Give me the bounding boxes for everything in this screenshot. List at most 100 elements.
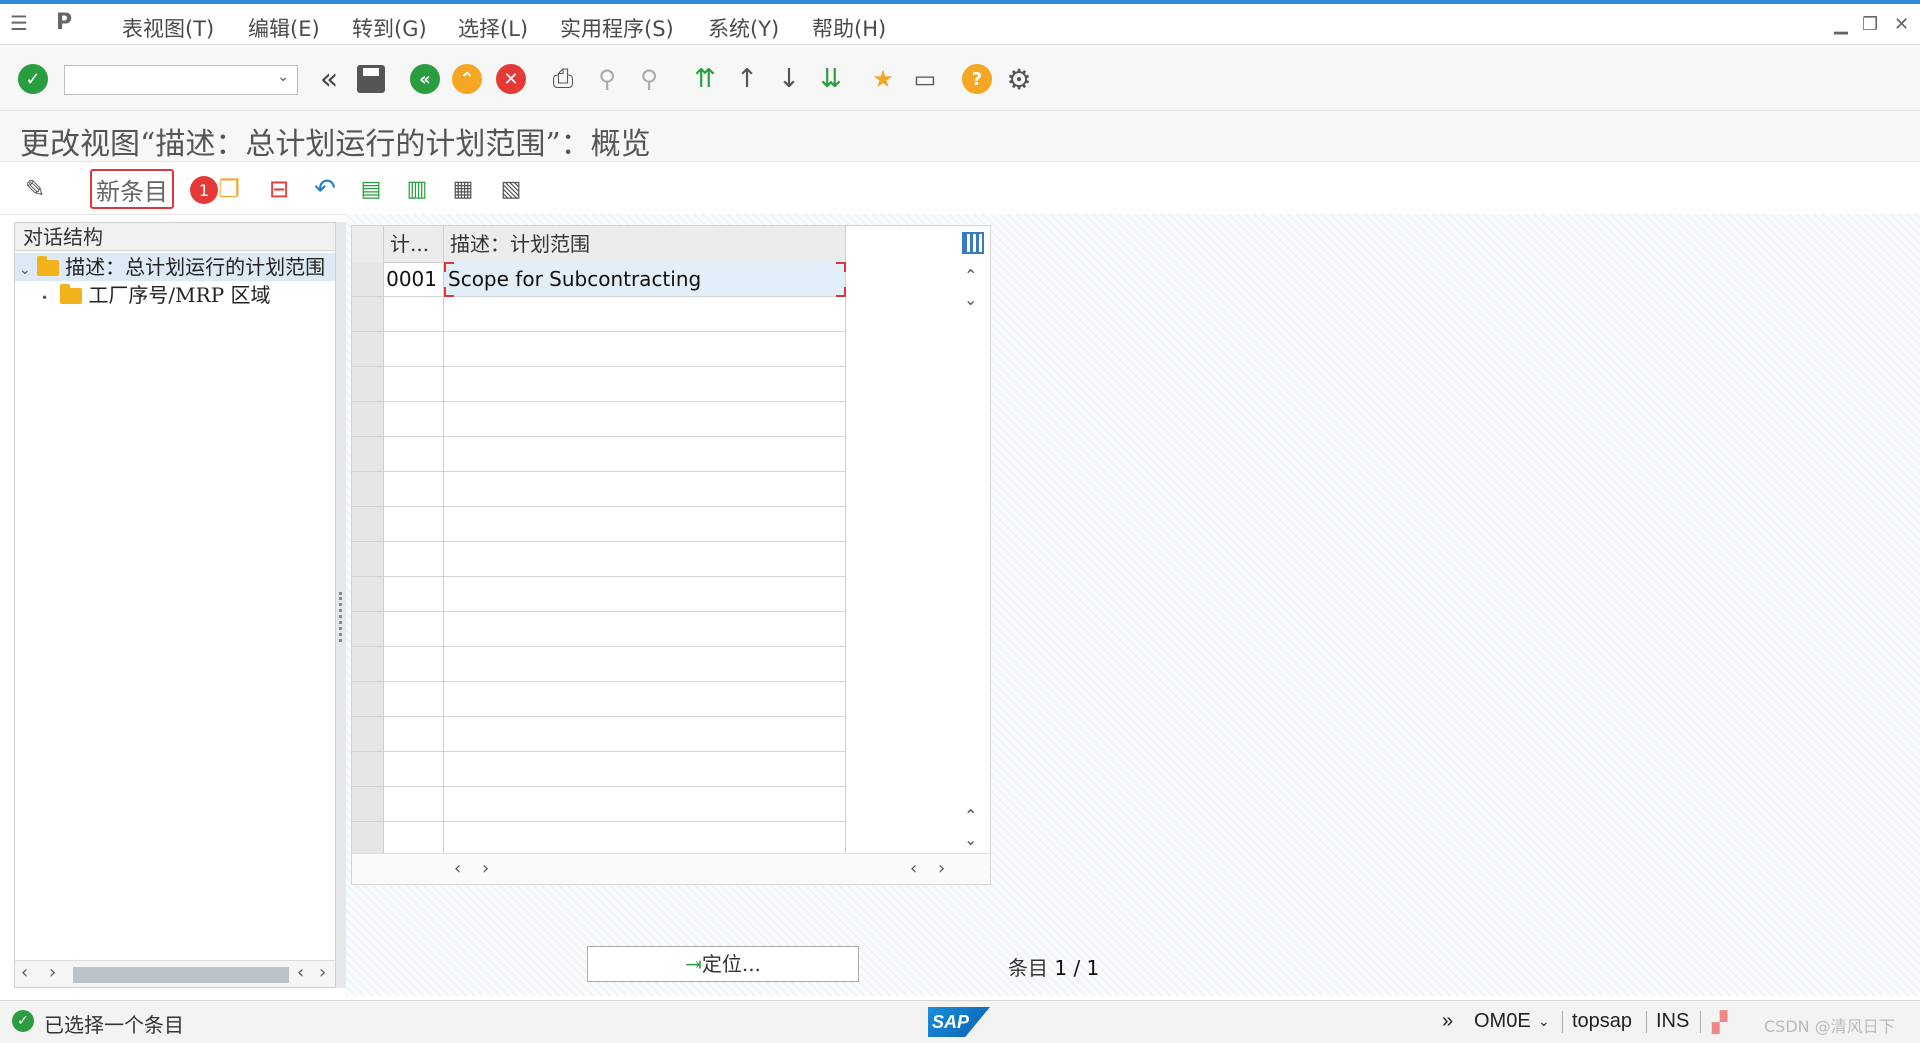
last-page-icon[interactable]: ⇊ [814, 62, 848, 96]
cancel-icon[interactable]: ✕ [494, 62, 528, 96]
chevron-down-icon[interactable]: ⌄ [964, 290, 977, 309]
find-next-icon[interactable]: ⚲ [632, 62, 666, 96]
row-selector[interactable] [352, 822, 384, 857]
cell-description[interactable] [444, 577, 846, 612]
chevron-down-icon[interactable]: ⌄ [1538, 1013, 1550, 1030]
menu-item-system[interactable]: 系统(Y) [708, 13, 779, 43]
cell-key[interactable] [384, 507, 444, 542]
expand-status-icon[interactable]: » [1442, 1010, 1453, 1033]
new-entries-button[interactable]: 新条目 [90, 169, 174, 209]
cell-key[interactable] [384, 647, 444, 682]
row-selector[interactable] [352, 437, 384, 472]
row-selector[interactable] [352, 402, 384, 437]
row-selector[interactable] [352, 717, 384, 752]
chevron-left-icon[interactable]: ‹ [297, 962, 304, 983]
cell-description[interactable] [444, 612, 846, 647]
cell-key[interactable]: 0001 [384, 262, 444, 297]
cell-key[interactable] [384, 437, 444, 472]
cell-key[interactable] [384, 297, 444, 332]
chevron-left-icon[interactable]: ‹ [21, 962, 28, 983]
cell-description[interactable]: Scope for Subcontracting [444, 262, 846, 297]
copy-as-icon[interactable]: ❐ [212, 173, 246, 205]
shortcut-icon[interactable]: ▭ [908, 62, 942, 96]
menu-item-edit[interactable]: 编辑(E) [248, 13, 320, 43]
menu-item-select[interactable]: 选择(L) [458, 13, 528, 43]
chevron-right-icon[interactable]: › [938, 858, 945, 879]
splitter-grip[interactable] [339, 592, 345, 642]
row-selector[interactable] [352, 577, 384, 612]
cell-description[interactable] [444, 822, 846, 857]
column-header-description[interactable]: 描述：计划范围 [444, 226, 846, 262]
cell-key[interactable] [384, 332, 444, 367]
print-field-icon[interactable]: ▧ [494, 173, 528, 205]
chevron-right-icon[interactable]: › [319, 962, 326, 983]
chevron-right-icon[interactable]: › [49, 962, 56, 983]
cell-key[interactable] [384, 577, 444, 612]
row-selector[interactable] [352, 507, 384, 542]
row-selector[interactable] [352, 647, 384, 682]
table-vertical-scrollbar[interactable]: ⌃ ⌄ ⌃ ⌄ [958, 226, 988, 882]
cell-description[interactable] [444, 717, 846, 752]
close-icon[interactable]: ✕ [1894, 14, 1909, 35]
help-icon[interactable]: ? [960, 62, 994, 96]
back-icon[interactable]: « [408, 62, 442, 96]
sap-gui-menu-icon[interactable]: P [56, 10, 72, 35]
menu-item-utilities[interactable]: 实用程序(S) [560, 13, 674, 43]
row-selector[interactable] [352, 682, 384, 717]
cell-key[interactable] [384, 402, 444, 437]
cell-key[interactable] [384, 787, 444, 822]
row-selector[interactable] [352, 752, 384, 787]
save-icon[interactable] [354, 62, 388, 96]
find-icon[interactable]: ⚲ [590, 62, 624, 96]
menu-item-table-view[interactable]: 表视图(T) [122, 13, 214, 43]
cell-description[interactable] [444, 472, 846, 507]
menu-icon[interactable]: ☰ [10, 11, 28, 35]
column-header-key[interactable]: 计... [384, 226, 444, 262]
corner-cell[interactable] [352, 226, 384, 262]
cell-key[interactable] [384, 752, 444, 787]
menu-item-help[interactable]: 帮助(H) [812, 13, 886, 43]
cell-description[interactable] [444, 402, 846, 437]
tree-item-planning-scope[interactable]: ⌄ 描述：总计划运行的计划范围 [15, 253, 335, 281]
chevron-down-icon[interactable]: ⌄ [964, 830, 977, 849]
chevron-left-icon[interactable]: ‹ [910, 858, 917, 879]
command-field[interactable]: ⌄ [64, 65, 298, 95]
cell-key[interactable] [384, 822, 444, 857]
table-horizontal-scrollbar[interactable]: ‹ › ‹ › [352, 853, 990, 884]
cell-description[interactable] [444, 507, 846, 542]
settings-gear-icon[interactable]: ⚙ [1002, 62, 1036, 96]
create-session-icon[interactable]: ★ [866, 62, 900, 96]
row-selector[interactable] [352, 367, 384, 402]
delete-icon[interactable]: ⊟ [262, 173, 296, 205]
select-all-icon[interactable]: ▤ [354, 173, 388, 205]
input-mode[interactable]: INS [1656, 1010, 1689, 1033]
cell-key[interactable] [384, 682, 444, 717]
row-selector[interactable] [352, 472, 384, 507]
cell-description[interactable] [444, 682, 846, 717]
cell-description[interactable] [444, 367, 846, 402]
tree-item-plant-mrp-area[interactable]: • 工厂序号/MRP 区域 [15, 281, 271, 309]
first-page-icon[interactable]: ⇈ [688, 62, 722, 96]
cell-key[interactable] [384, 472, 444, 507]
minimize-icon[interactable]: ▁ [1834, 14, 1848, 35]
row-selector[interactable] [352, 787, 384, 822]
back-double-icon[interactable]: « [312, 62, 346, 97]
cell-description[interactable] [444, 437, 846, 472]
cell-key[interactable] [384, 367, 444, 402]
chevron-left-icon[interactable]: ‹ [454, 858, 461, 879]
display-change-icon[interactable]: ✎ [18, 173, 52, 205]
cell-description[interactable] [444, 542, 846, 577]
deselect-all-icon[interactable]: ▦ [446, 173, 480, 205]
undo-icon[interactable]: ↶ [308, 173, 342, 205]
next-page-icon[interactable]: ↓ [772, 62, 806, 96]
exit-icon[interactable]: ⌃ [450, 62, 484, 96]
panel-splitter[interactable] [336, 222, 346, 988]
row-selector[interactable] [352, 332, 384, 367]
expand-icon[interactable]: ⌄ [19, 262, 31, 278]
row-selector[interactable] [352, 612, 384, 647]
cell-description[interactable] [444, 297, 846, 332]
prev-page-icon[interactable]: ↑ [730, 62, 764, 96]
check-icon[interactable]: ✓ [16, 62, 50, 96]
row-selector[interactable] [352, 542, 384, 577]
chevron-right-icon[interactable]: › [482, 858, 489, 879]
